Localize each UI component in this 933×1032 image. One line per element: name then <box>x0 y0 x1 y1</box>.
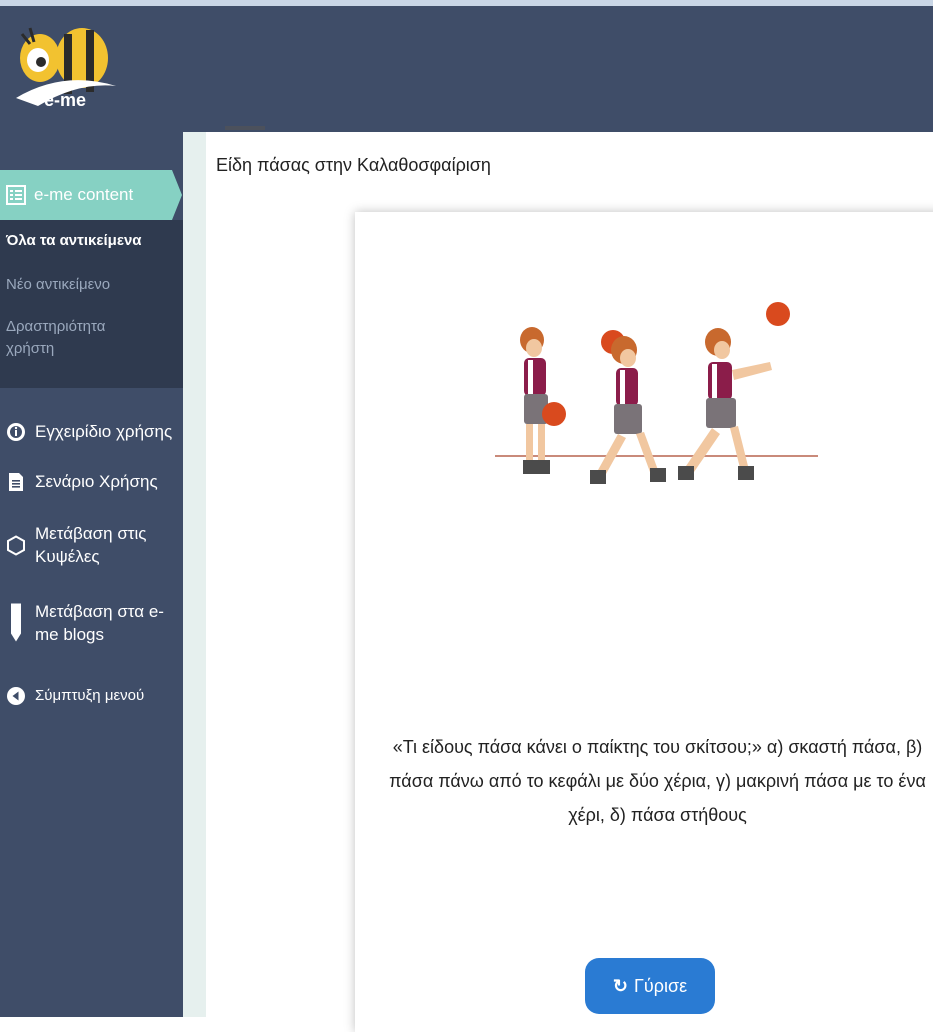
sidebar-item-label: e-me content <box>34 185 134 204</box>
document-icon <box>9 473 23 491</box>
sidebar: e-me content Όλα τα αντικείμενα Νέο αντι… <box>0 132 183 1017</box>
list-icon <box>6 185 26 205</box>
truncated-heading <box>225 114 345 130</box>
card-question-text: «Τι είδους πάσα κάνει ο παίκτης του σκίτ… <box>389 737 926 825</box>
basketball-players-illustration <box>495 302 818 484</box>
sidebar-item-e-me-content[interactable]: e-me content <box>0 170 182 220</box>
info-icon <box>7 423 25 441</box>
flip-card-button[interactable]: ↻ Γύρισε <box>585 958 715 1014</box>
sidebar-item-hives[interactable]: Μετάβαση στις Κυψέλες <box>6 522 180 568</box>
submenu: Όλα τα αντικείμενα Νέο αντικείμενο Δραστ… <box>0 220 183 388</box>
submenu-user-activity[interactable]: Δραστηριότητα χρήστη <box>6 316 156 360</box>
svg-text:e-me: e-me <box>44 90 86 110</box>
page-title: Είδη πάσας στην Καλαθοσφαίριση <box>216 155 491 175</box>
sidebar-item-manual[interactable]: Εγχειρίδιο χρήσης <box>6 420 180 443</box>
sidebar-item-label: Εγχειρίδιο χρήσης <box>35 422 173 441</box>
sidebar-item-blogs[interactable]: Μετάβαση στα e-me blogs <box>6 600 180 646</box>
submenu-all-objects[interactable]: Όλα τα αντικείμενα <box>6 230 142 252</box>
refresh-icon: ↻ <box>612 975 628 996</box>
sidebar-item-collapse-menu[interactable]: Σύμπτυξη μενού <box>6 684 180 707</box>
flip-button-label: Γύρισε <box>633 975 688 996</box>
sidebar-item-label: Σύμπτυξη μενού <box>35 687 145 704</box>
sidebar-item-label: Μετάβαση στα e-me blogs <box>35 602 164 644</box>
hexagon-icon <box>7 535 25 556</box>
e-me-logo[interactable]: e-me <box>8 20 126 120</box>
sidebar-item-label: Σενάριο Χρήσης <box>35 472 158 491</box>
sidebar-item-label: Μετάβαση στις Κυψέλες <box>35 524 147 566</box>
sidebar-item-scenario[interactable]: Σενάριο Χρήσης <box>6 470 180 493</box>
header-bar: e-me <box>0 6 933 132</box>
sidebar-gutter <box>183 132 206 1017</box>
pen-icon <box>11 603 21 642</box>
submenu-new-object[interactable]: Νέο αντικείμενο <box>6 274 110 296</box>
collapse-icon <box>7 687 25 705</box>
